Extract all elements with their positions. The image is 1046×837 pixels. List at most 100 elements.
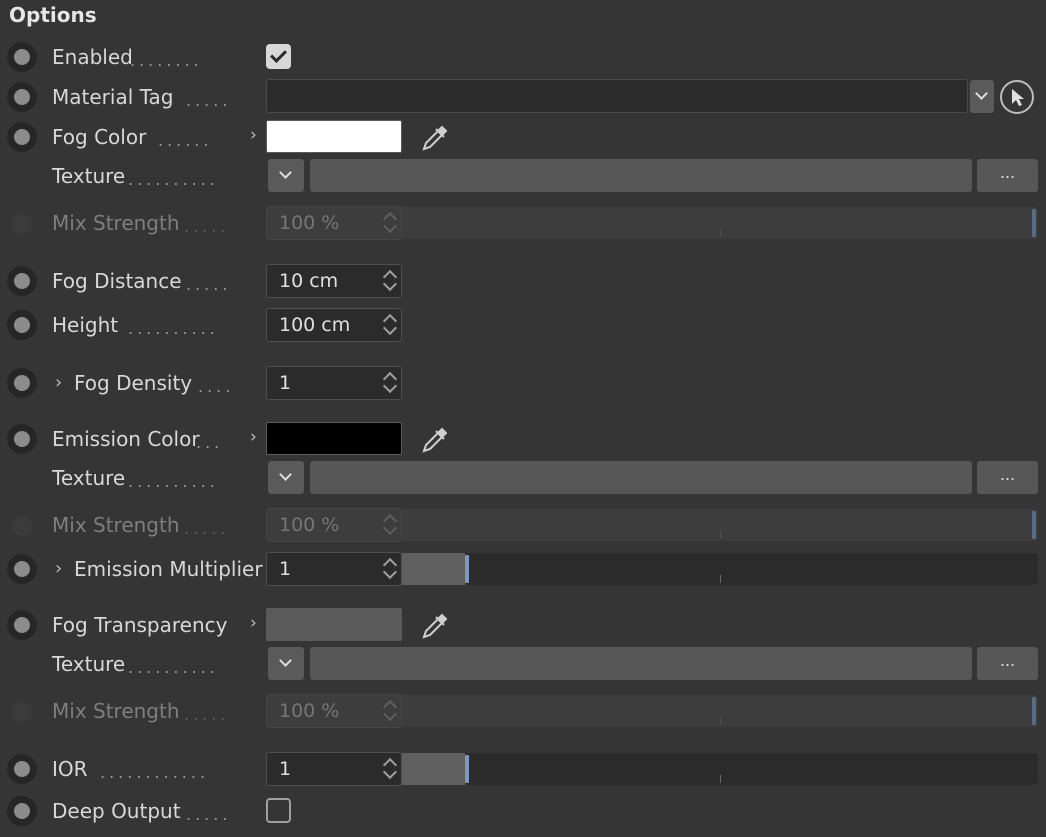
dot-leader: ...... [158,131,213,150]
chevron-right-icon[interactable]: › [55,365,62,401]
label-deep-output: Deep Output [52,799,181,823]
emission-multiplier-input[interactable]: 1 [266,552,402,586]
chevron-right-icon[interactable]: › [250,421,257,453]
fog-color-swatch[interactable] [266,120,402,153]
animate-radio-material-tag[interactable] [7,82,37,112]
row-emission-multiplier: › Emission Multiplier 1 [0,551,1046,587]
section-title-options: Options [9,3,97,27]
row-emission-mix: Mix Strength ..... 100 % [0,507,1046,543]
animate-radio-mix-strength[interactable] [12,702,32,722]
eyedropper-icon[interactable] [418,609,452,643]
dot-leader: .... [198,377,235,396]
row-fog-color-mix: Mix Strength ..... 100 % [0,205,1046,241]
chevron-right-icon[interactable]: › [55,551,62,587]
animate-radio-fog-distance[interactable] [7,266,37,296]
dot-leader: ..... [186,275,232,294]
dot-leader: .......... [128,170,219,189]
chevron-right-icon[interactable]: › [250,607,257,639]
row-material-tag: Material Tag ..... [0,79,1046,115]
animate-radio-enabled[interactable] [7,42,37,72]
row-fog-color: Fog Color ...... › [0,119,1046,155]
fog-transparency-swatch[interactable] [266,608,402,641]
label-fog-distance: Fog Distance [52,269,182,293]
emission-multiplier-slider[interactable] [402,553,1038,585]
label-enabled: Enabled [52,45,133,69]
chevron-down-icon[interactable] [970,80,994,113]
row-fog-density: › Fog Density .... 1 [0,365,1046,401]
label-emission-color: Emission Color [52,427,200,451]
texture-more-button[interactable]: ... [977,647,1038,680]
row-emission-texture: Texture .......... ... [0,460,1046,496]
dot-leader: ..... [184,217,230,236]
height-input[interactable]: 100 cm [266,308,402,342]
row-emission-color: Emission Color ... › [0,421,1046,457]
mix-strength-slider[interactable] [402,207,1038,239]
animate-radio-mix-strength[interactable] [12,214,32,234]
row-transparency-texture: Texture .......... ... [0,646,1046,682]
texture-more-button[interactable]: ... [977,159,1038,192]
material-tag-field[interactable] [266,79,968,113]
dot-leader: ..... [184,519,230,538]
texture-field[interactable] [310,461,972,494]
label-material-tag: Material Tag [52,85,174,109]
label-texture: Texture [52,652,126,676]
label-ior: IOR [52,757,88,781]
texture-dropdown-button[interactable] [268,647,304,680]
label-mix-strength: Mix Strength [52,699,180,723]
label-mix-strength: Mix Strength [52,513,180,537]
animate-radio-emission-multiplier[interactable] [7,554,37,584]
label-fog-color: Fog Color [52,125,147,149]
fog-density-input[interactable]: 1 [266,366,402,400]
mix-strength-input[interactable]: 100 % [266,694,402,728]
dot-leader: ..... [184,705,230,724]
mix-strength-input[interactable]: 100 % [266,508,402,542]
row-deep-output: Deep Output ..... [0,793,1046,829]
row-height: Height .......... 100 cm [0,307,1046,343]
animate-radio-ior[interactable] [7,754,37,784]
mix-strength-slider[interactable] [402,509,1038,541]
row-enabled: Enabled ........ [0,39,1046,75]
dot-leader: ..... [186,91,232,110]
mix-strength-input[interactable]: 100 % [266,206,402,240]
animate-radio-fog-density[interactable] [7,368,37,398]
ior-input[interactable]: 1 [266,752,402,786]
row-fog-distance: Fog Distance ..... 10 cm [0,263,1046,299]
label-height: Height [52,313,119,337]
dot-leader: ........ [130,51,203,70]
texture-field[interactable] [310,159,972,192]
chevron-right-icon[interactable]: › [250,119,257,151]
texture-field[interactable] [310,647,972,680]
animate-radio-fog-color[interactable] [7,122,37,152]
fog-distance-input[interactable]: 10 cm [266,264,402,298]
texture-dropdown-button[interactable] [268,159,304,192]
dot-leader: .......... [128,319,219,338]
texture-more-button[interactable]: ... [977,461,1038,494]
label-mix-strength: Mix Strength [52,211,180,235]
emission-color-swatch[interactable] [266,422,402,455]
animate-radio-height[interactable] [7,310,37,340]
dot-leader: .......... [128,472,219,491]
ior-slider[interactable] [402,753,1038,785]
eyedropper-icon[interactable] [418,423,452,457]
enabled-checkbox[interactable] [266,44,291,69]
label-texture: Texture [52,466,126,490]
eyedropper-icon[interactable] [418,121,452,155]
animate-radio-mix-strength[interactable] [12,516,32,536]
row-transparency-mix: Mix Strength ..... 100 % [0,693,1046,729]
cursor-pick-icon[interactable] [999,79,1035,115]
dot-leader: ..... [186,805,232,824]
label-texture: Texture [52,164,126,188]
label-emission-multiplier: Emission Multiplier [74,557,263,581]
texture-dropdown-button[interactable] [268,461,304,494]
row-fog-color-texture: Texture .......... ... [0,158,1046,194]
dot-leader: ............ [100,763,210,782]
mix-strength-slider[interactable] [402,695,1038,727]
animate-radio-emission-color[interactable] [7,424,37,454]
label-fog-transparency: Fog Transparency [52,613,228,637]
animate-radio-fog-transparency[interactable] [7,610,37,640]
row-ior: IOR ............ 1 [0,751,1046,787]
deep-output-checkbox[interactable] [266,798,291,823]
row-fog-transparency: Fog Transparency › [0,607,1046,643]
dot-leader: ... [196,433,224,452]
animate-radio-deep-output[interactable] [7,796,37,826]
